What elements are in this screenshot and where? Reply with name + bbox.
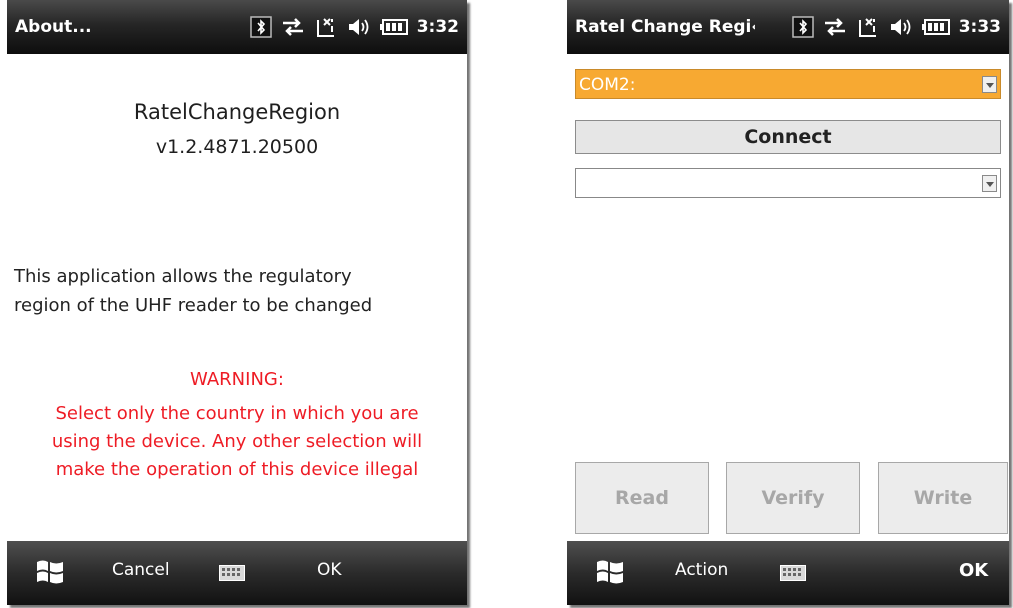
write-button[interactable]: Write (878, 462, 1008, 534)
bluetooth-icon[interactable] (249, 16, 272, 38)
ok-softkey[interactable]: OK (959, 560, 988, 581)
ok-softkey[interactable]: OK (317, 560, 342, 580)
battery-icon[interactable] (379, 19, 408, 35)
clock: 3:32 (416, 17, 459, 37)
verify-button[interactable]: Verify (726, 462, 860, 534)
softkey-bar: Action OK (567, 541, 1009, 605)
windows-start-icon[interactable] (595, 557, 625, 587)
connect-button[interactable]: Connect (575, 120, 1001, 154)
title-bar: About... 3:32 (7, 0, 467, 54)
description-line: region of the UHF reader to be changed (14, 295, 373, 316)
signal-off-icon[interactable] (856, 16, 880, 38)
version-label: v1.2.4871.20500 (155, 136, 319, 158)
softkey-bar: Cancel OK (7, 541, 467, 605)
volume-icon[interactable] (889, 17, 913, 37)
read-button[interactable]: Read (575, 462, 709, 534)
keyboard-icon[interactable] (219, 565, 245, 581)
status-icons: 3:33 (791, 16, 1001, 38)
warning-title: WARNING: (190, 369, 284, 390)
windows-start-icon[interactable] (35, 557, 65, 587)
chevron-down-icon[interactable] (982, 76, 997, 93)
battery-icon[interactable] (921, 19, 950, 35)
volume-icon[interactable] (347, 17, 371, 37)
status-icons: 3:32 (249, 16, 459, 38)
action-softkey[interactable]: Action (675, 560, 728, 580)
connectivity-icon[interactable] (823, 17, 847, 37)
signal-off-icon[interactable] (314, 16, 338, 38)
description-line: This application allows the regulatory (14, 266, 352, 287)
bluetooth-icon[interactable] (791, 16, 814, 38)
warning-line: Select only the country in which you are (55, 403, 419, 424)
change-region-screen: Ratel Change Regi‹ 3:33 COM2: Connect Re… (567, 0, 1009, 605)
app-name: RatelChangeRegion (133, 100, 341, 124)
title-bar: Ratel Change Regi‹ 3:33 (567, 0, 1009, 54)
port-select[interactable]: COM2: (575, 69, 1001, 99)
warning-line: make the operation of this device illega… (55, 459, 419, 480)
cancel-softkey[interactable]: Cancel (112, 560, 170, 580)
port-select-value: COM2: (579, 75, 636, 95)
chevron-down-icon[interactable] (982, 175, 997, 192)
connectivity-icon[interactable] (281, 17, 305, 37)
about-screen: About... 3:32 RatelChangeRegion v1.2.487… (7, 0, 467, 605)
clock: 3:33 (958, 17, 1001, 37)
region-select[interactable] (575, 168, 1001, 198)
window-title: Ratel Change Regi‹ (575, 17, 755, 37)
warning-line: using the device. Any other selection wi… (51, 431, 423, 452)
keyboard-icon[interactable] (780, 565, 806, 581)
window-title: About... (15, 17, 92, 37)
